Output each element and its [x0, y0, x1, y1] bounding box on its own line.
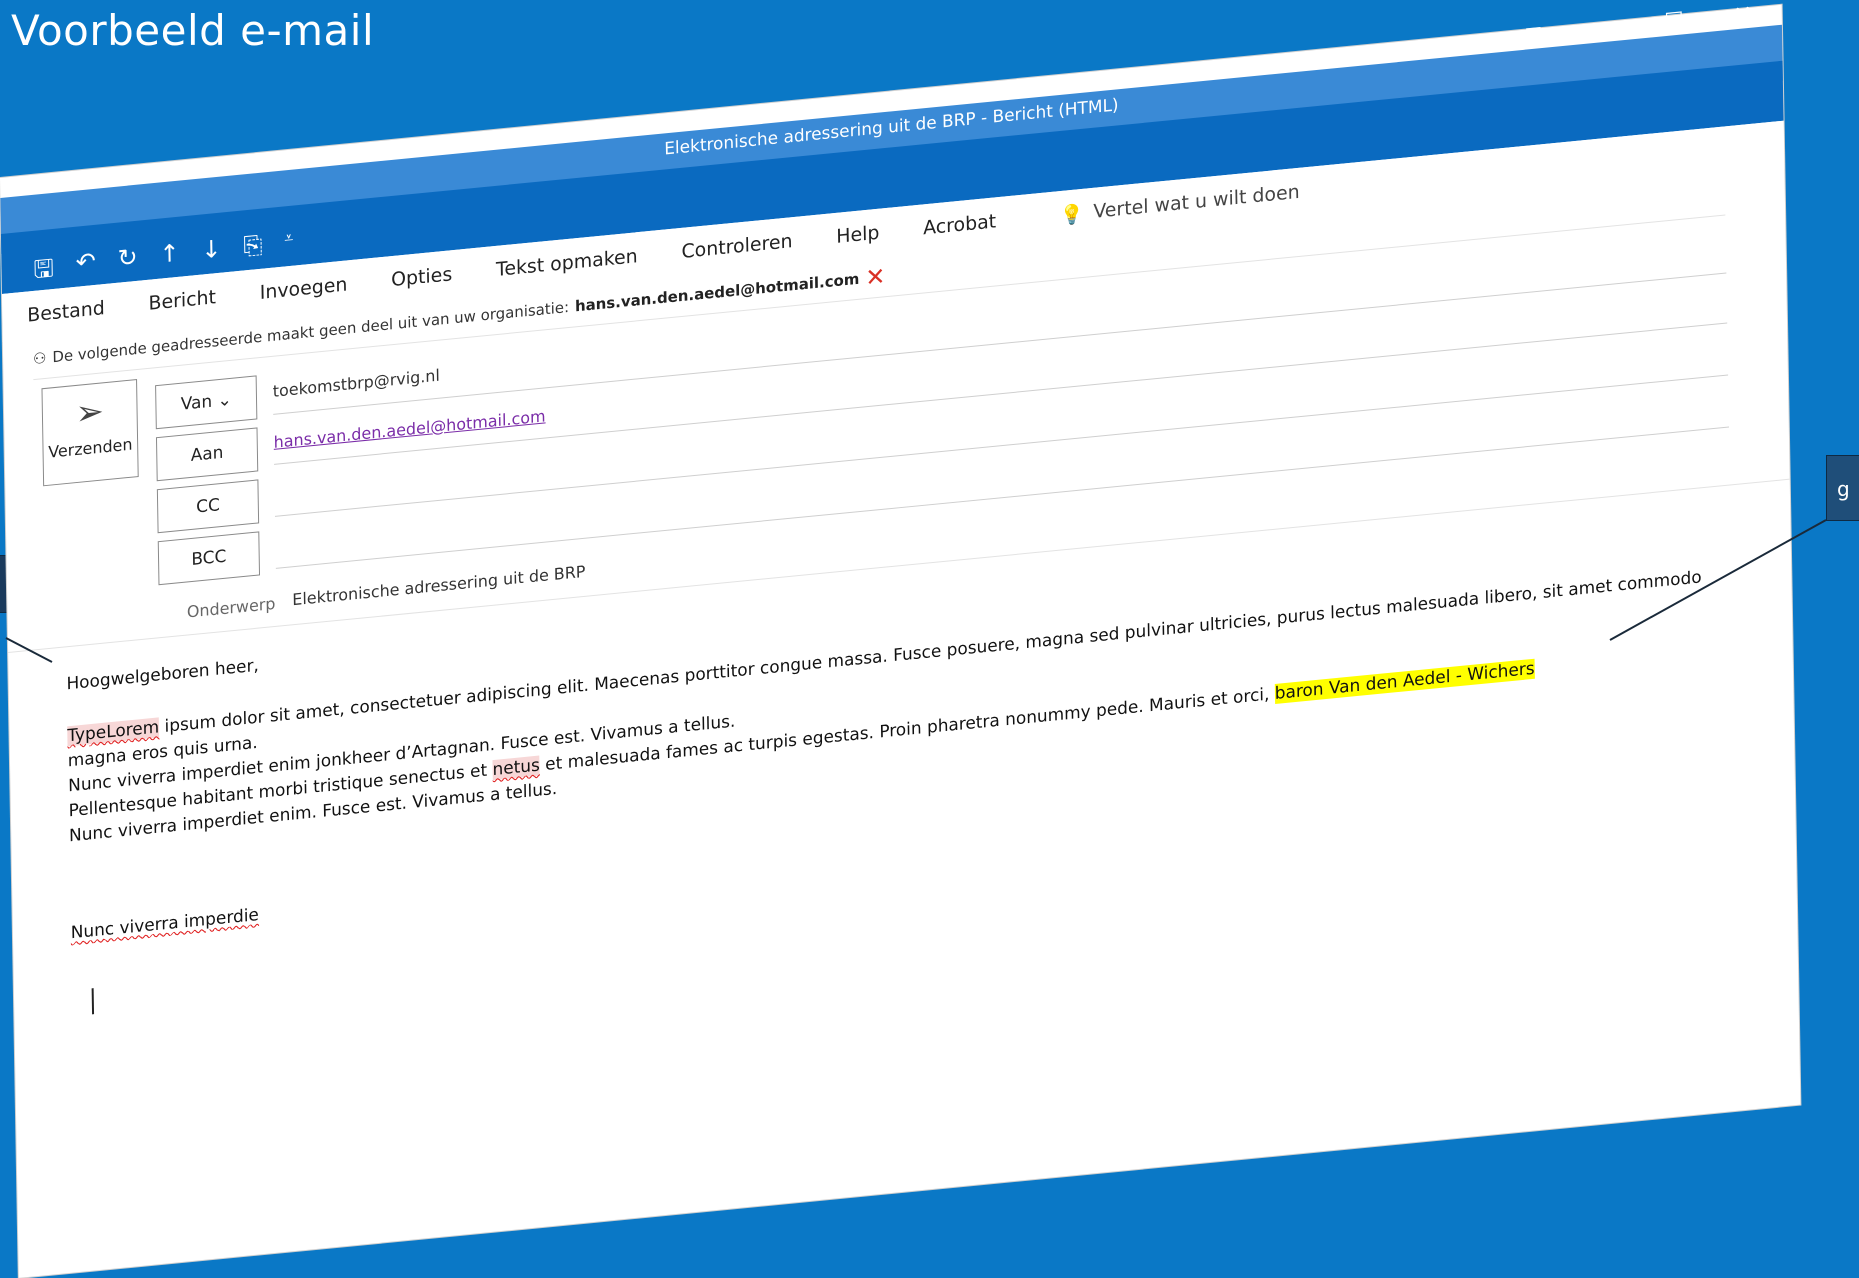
- text-cursor: [91, 988, 95, 1015]
- send-button[interactable]: ➢ Verzenden: [41, 379, 139, 487]
- minimize-icon[interactable]: —: [1592, 15, 1614, 42]
- people-icon: ⚇: [32, 348, 47, 369]
- undo-icon[interactable]: ↶: [75, 247, 96, 290]
- lightbulb-icon: 💡: [1059, 202, 1084, 227]
- chevron-down-icon: ⌄: [217, 389, 232, 412]
- tab-bericht[interactable]: Bericht: [148, 286, 216, 315]
- up-arrow-icon[interactable]: ↑: [159, 239, 180, 282]
- restore-ribbon-icon[interactable]: ⊡: [1524, 22, 1543, 49]
- subject-label: Onderwerp: [186, 593, 276, 622]
- from-button[interactable]: Van ⌄: [155, 375, 258, 430]
- customize-icon[interactable]: ⩡: [284, 228, 294, 270]
- bcc-button[interactable]: BCC: [157, 531, 261, 586]
- outlook-message-window: Elektronische adressering uit de BRP - B…: [0, 2, 1801, 1278]
- tell-me-label: Vertel wat u wilt doen: [1093, 180, 1300, 223]
- to-recipient[interactable]: hans.van.den.aedel@hotmail.com: [274, 406, 546, 451]
- down-arrow-icon[interactable]: ↓: [201, 235, 222, 278]
- callout-text: g: [1837, 477, 1850, 501]
- tab-tekst-opmaken[interactable]: Tekst opmaken: [496, 245, 638, 281]
- subject-input[interactable]: Elektronische adressering uit de BRP: [292, 562, 585, 610]
- tab-opties[interactable]: Opties: [391, 263, 452, 291]
- tab-help[interactable]: Help: [836, 222, 880, 248]
- send-icon: ➢: [75, 391, 105, 435]
- to-button[interactable]: Aan: [155, 427, 259, 482]
- misspelled-word: netus: [492, 755, 541, 781]
- callout-box-right: g: [1826, 455, 1859, 521]
- tab-bestand[interactable]: Bestand: [27, 297, 105, 327]
- close-icon[interactable]: ✕: [1733, 2, 1752, 29]
- slide-title: Voorbeeld e-mail: [11, 6, 375, 55]
- from-value: toekomstbrp@rvig.nl: [272, 365, 440, 401]
- redo-icon[interactable]: ↻: [117, 243, 138, 286]
- tab-controleren[interactable]: Controleren: [681, 230, 792, 263]
- dismiss-icon[interactable]: ✕: [865, 262, 885, 292]
- tab-invoegen[interactable]: Invoegen: [260, 273, 348, 304]
- clipboard-icon[interactable]: ⎘: [243, 231, 263, 274]
- cc-field-line[interactable]: [274, 374, 1729, 517]
- from-label: Van: [180, 391, 213, 415]
- cc-button[interactable]: CC: [156, 479, 260, 534]
- tab-acrobat[interactable]: Acrobat: [923, 210, 996, 239]
- save-icon[interactable]: 🖫: [33, 251, 54, 294]
- maximize-icon[interactable]: ☐: [1664, 8, 1684, 35]
- message-body[interactable]: Hoogwelgeboren heer, TypeLorem ipsum dol…: [66, 508, 1763, 1015]
- send-label: Verzenden: [48, 434, 133, 462]
